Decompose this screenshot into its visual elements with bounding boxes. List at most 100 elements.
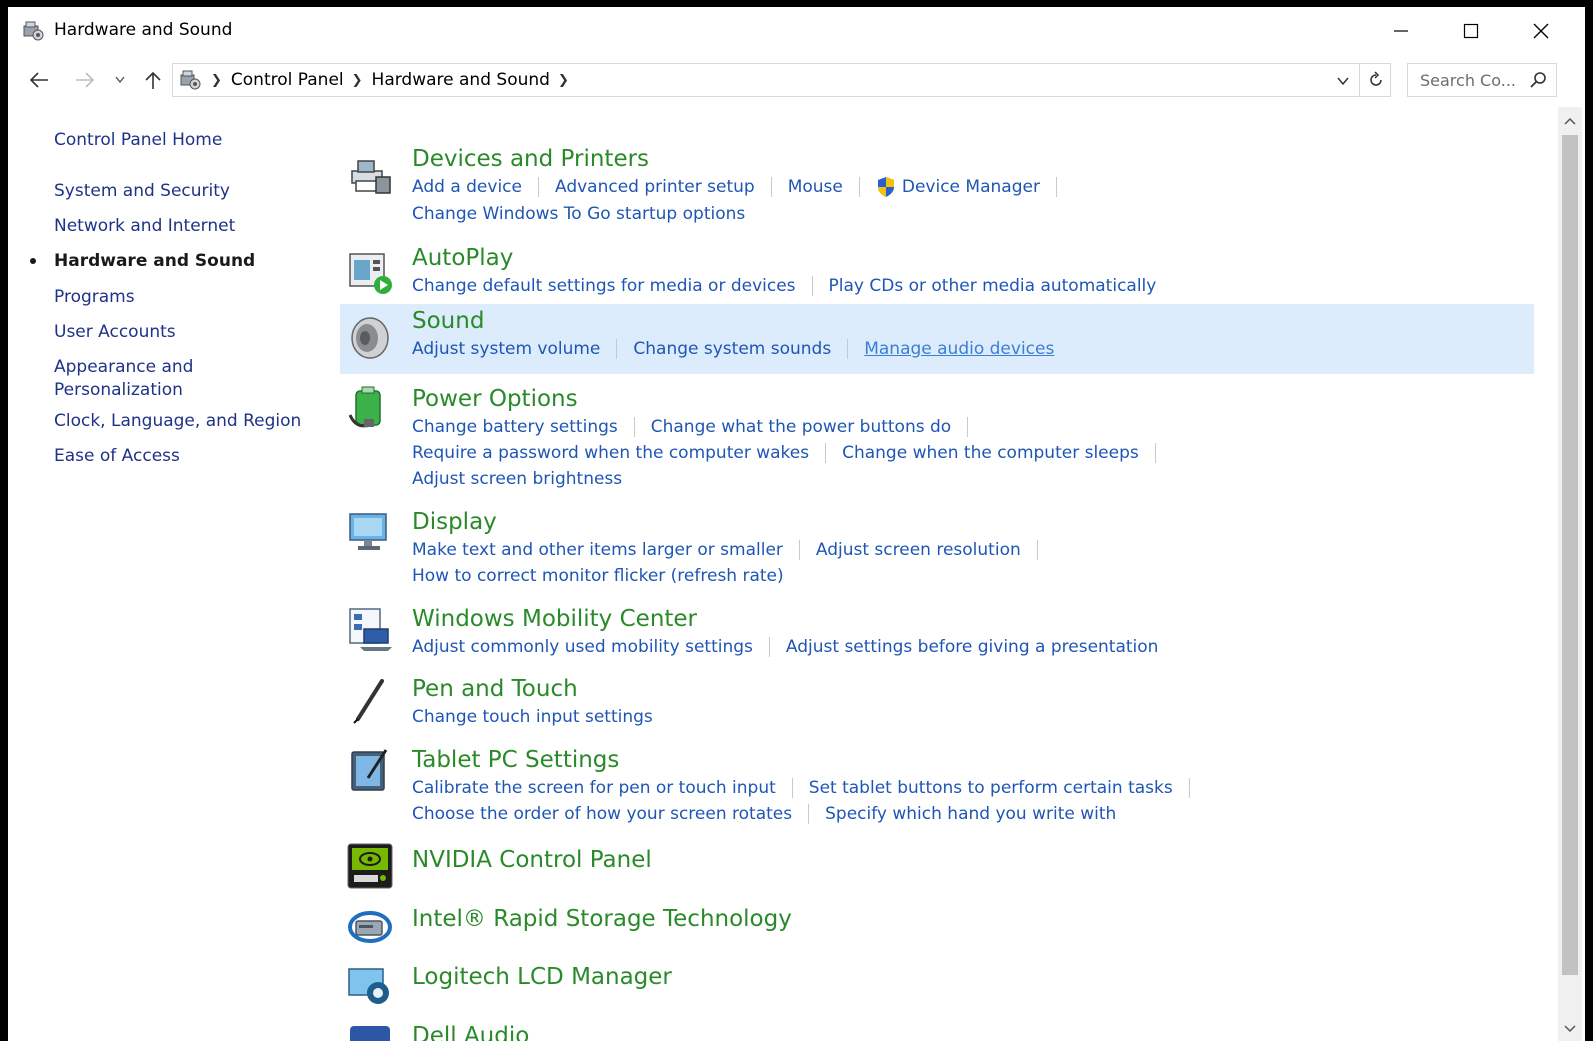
nav-user-accounts[interactable]: User Accounts [54,321,176,344]
link-separator [858,177,860,197]
link-change-windows-to-go-startup-options[interactable]: Change Windows To Go startup options [412,203,745,225]
window-title: Hardware and Sound [54,20,233,40]
category-title[interactable]: Dell Audio [412,1022,529,1041]
chevron-down-icon [1564,1025,1576,1033]
nav-appearance-and-personalization[interactable]: Appearance and [54,356,193,379]
scroll-down-button[interactable] [1558,1017,1582,1041]
link-separator [798,540,800,560]
scroll-up-button[interactable] [1558,109,1582,133]
link-play-cds-automatically[interactable]: Play CDs or other media automatically [829,275,1157,297]
recent-locations-button[interactable] [111,62,129,98]
category-pen-and-touch: Pen and Touch Change touch input setting… [340,667,1534,731]
control-panel-window: Hardware and Sound ❯ Control Panel ❯ Har… [8,7,1585,1041]
link-adjust-system-volume[interactable]: Adjust system volume [412,338,600,360]
category-title[interactable]: Display [412,508,497,536]
minimize-button[interactable] [1366,7,1436,54]
link-change-battery-settings[interactable]: Change battery settings [412,416,618,438]
nav-ease-of-access[interactable]: Ease of Access [54,445,180,468]
link-change-power-buttons[interactable]: Change what the power buttons do [651,416,951,438]
link-change-default-media-settings[interactable]: Change default settings for media or dev… [412,275,796,297]
link-separator [537,177,539,197]
nvidia-icon [347,843,393,889]
close-button[interactable] [1506,7,1576,54]
battery-icon [348,386,381,428]
printer-icon [351,160,391,194]
link-adjust-screen-resolution[interactable]: Adjust screen resolution [816,539,1021,561]
chevron-down-icon [1337,77,1349,85]
search-input[interactable]: Search Co... [1420,71,1526,90]
speaker-icon [351,317,389,359]
link-calibrate-screen[interactable]: Calibrate the screen for pen or touch in… [412,777,776,799]
link-manage-audio-devices[interactable]: Manage audio devices [864,338,1054,360]
link-adjust-presentation-settings[interactable]: Adjust settings before giving a presenta… [786,636,1159,658]
category-title[interactable]: Sound [412,307,484,335]
link-mouse[interactable]: Mouse [788,176,843,198]
category-nvidia-control-panel: NVIDIA Control Panel [340,838,1534,894]
refresh-button[interactable] [1359,64,1391,96]
category-title[interactable]: Intel® Rapid Storage Technology [412,905,792,933]
link-separator [825,443,827,463]
link-require-password-on-wake[interactable]: Require a password when the computer wak… [412,442,809,464]
up-arrow-icon [145,71,161,89]
link-change-when-computer-sleeps[interactable]: Change when the computer sleeps [842,442,1139,464]
link-separator [1154,443,1156,463]
category-title[interactable]: AutoPlay [412,244,513,272]
nav-appearance-and-personalization[interactable]: Personalization [54,379,183,402]
link-device-manager[interactable]: Device Manager [902,176,1040,198]
nav-programs[interactable]: Programs [54,286,135,309]
search-icon[interactable] [1526,68,1550,92]
breadcrumb-hardware-and-sound[interactable]: Hardware and Sound [372,70,550,90]
link-correct-monitor-flicker[interactable]: How to correct monitor flicker (refresh … [412,565,784,587]
link-adjust-screen-brightness[interactable]: Adjust screen brightness [412,468,622,490]
category-logitech-lcd-manager: Logitech LCD Manager [340,955,1534,1011]
link-make-text-larger-or-smaller[interactable]: Make text and other items larger or smal… [412,539,783,561]
link-separator [1188,778,1190,798]
breadcrumb-control-panel[interactable]: Control Panel [231,70,344,90]
category-devices-and-printers: Devices and Printers Add a device Advanc… [340,137,1534,229]
autoplay-icon [349,253,392,294]
link-separator [768,637,770,657]
link-specify-writing-hand[interactable]: Specify which hand you write with [825,803,1116,825]
address-history-button[interactable] [1333,70,1353,92]
link-set-tablet-buttons[interactable]: Set tablet buttons to perform certain ta… [809,777,1173,799]
nav-clock-language-and-region[interactable]: Clock, Language, and Region [54,410,301,433]
nav-hardware-and-sound: Hardware and Sound [54,251,256,271]
link-change-touch-input-settings[interactable]: Change touch input settings [412,706,653,728]
nav-network-and-internet[interactable]: Network and Internet [54,215,235,238]
category-title[interactable]: Windows Mobility Center [412,605,697,633]
scrollbar-thumb[interactable] [1562,135,1578,975]
maximize-button[interactable] [1436,7,1506,54]
breadcrumb-separator-icon[interactable]: ❯ [211,73,222,88]
search-box[interactable]: Search Co... [1407,63,1557,97]
category-title[interactable]: Power Options [412,385,578,413]
minimize-icon [1394,29,1408,32]
category-title[interactable]: Logitech LCD Manager [412,963,672,991]
link-screen-rotation-order[interactable]: Choose the order of how your screen rota… [412,803,792,825]
maximize-icon [1463,23,1479,38]
category-title[interactable]: Tablet PC Settings [412,746,619,774]
link-add-a-device[interactable]: Add a device [412,176,522,198]
chevron-down-icon [115,76,125,84]
breadcrumb-separator-icon[interactable]: ❯ [352,73,363,88]
breadcrumb-separator-icon[interactable]: ❯ [558,73,569,88]
nav-system-and-security[interactable]: System and Security [54,180,230,203]
forward-button[interactable] [70,62,100,98]
category-title[interactable]: NVIDIA Control Panel [412,846,652,874]
link-change-system-sounds[interactable]: Change system sounds [633,338,831,360]
nav-control-panel-home[interactable]: Control Panel Home [54,129,222,152]
category-intel-rapid-storage: Intel® Rapid Storage Technology [340,897,1534,953]
category-tablet-pc-settings: Tablet PC Settings Calibrate the screen … [340,738,1534,828]
back-button[interactable] [22,62,56,98]
forward-arrow-icon [76,72,95,88]
category-title[interactable]: Pen and Touch [412,675,578,703]
dell-audio-icon [350,1026,390,1041]
back-arrow-icon [29,72,48,88]
refresh-icon [1369,71,1382,86]
link-adjust-mobility-settings[interactable]: Adjust commonly used mobility settings [412,636,753,658]
category-autoplay: AutoPlay Change default settings for med… [340,236,1534,298]
vertical-scrollbar[interactable] [1558,107,1582,1041]
up-button[interactable] [138,62,168,98]
address-bar[interactable]: ❯ Control Panel ❯ Hardware and Sound ❯ [172,63,1391,97]
category-title[interactable]: Devices and Printers [412,145,649,173]
link-advanced-printer-setup[interactable]: Advanced printer setup [555,176,755,198]
